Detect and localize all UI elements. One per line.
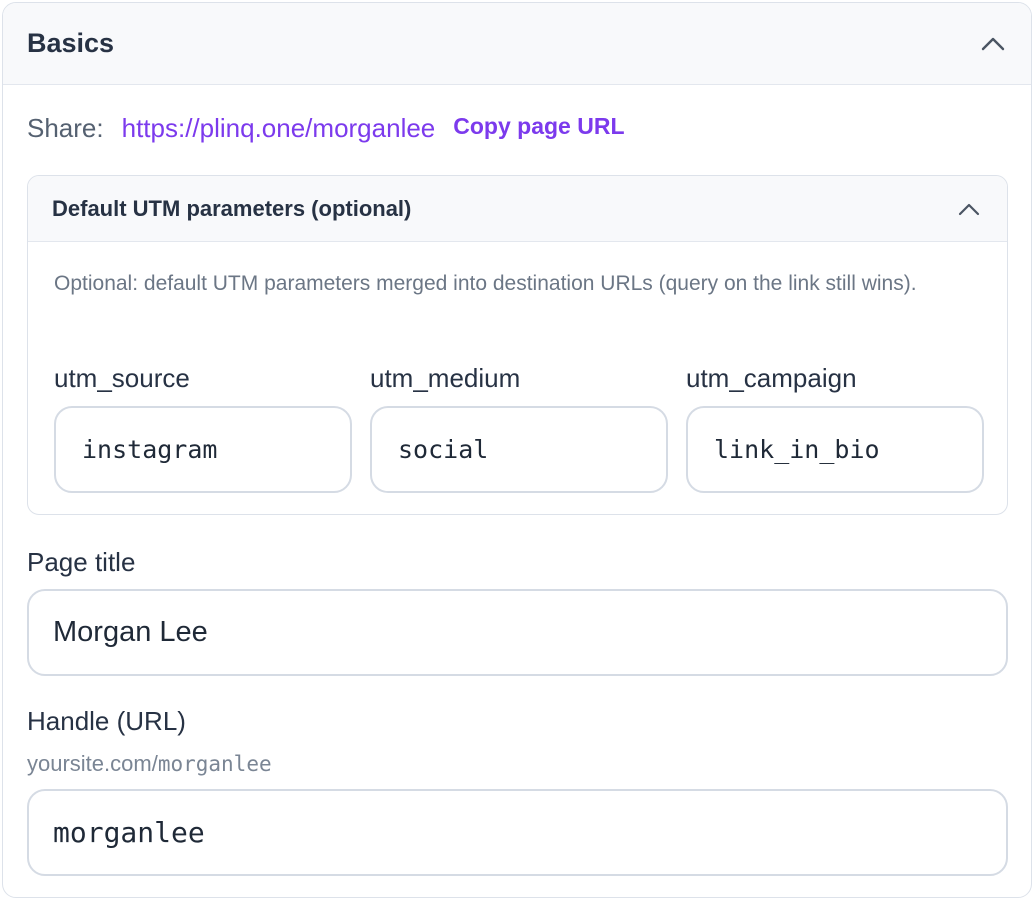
handle-url-hint: yoursite.com/morganlee (27, 751, 272, 777)
copy-page-url-button[interactable]: Copy page URL (453, 113, 624, 140)
utm-source-input[interactable]: instagram (54, 406, 352, 493)
handle-hint-domain: yoursite.com/ (27, 751, 158, 776)
utm-medium-label: utm_medium (370, 363, 521, 393)
chevron-up-icon[interactable] (955, 195, 983, 223)
share-row: Share: https://plinq.one/morganlee Copy … (27, 113, 625, 144)
utm-source-label: utm_source (54, 363, 190, 393)
handle-hint-name: morganlee (157, 752, 272, 776)
basics-card: Basics Share: https://plinq.one/morganle… (2, 2, 1032, 898)
utm-panel-header[interactable]: Default UTM parameters (optional) (28, 176, 1007, 242)
utm-campaign-field: utm_campaign link_in_bio (686, 362, 984, 493)
share-url-link[interactable]: https://plinq.one/morganlee (122, 113, 436, 144)
section-title: Basics (27, 28, 115, 58)
utm-source-field: utm_source instagram (54, 362, 352, 493)
page-title-label: Page title (27, 547, 136, 577)
chevron-up-icon[interactable] (979, 30, 1007, 58)
share-label: Share: (27, 113, 104, 143)
utm-campaign-label: utm_campaign (686, 363, 857, 393)
utm-panel-title: Default UTM parameters (optional) (52, 195, 412, 221)
handle-input[interactable]: morganlee (27, 789, 1008, 876)
utm-medium-field: utm_medium social (370, 362, 668, 493)
handle-label: Handle (URL) (27, 706, 186, 736)
page-title-input[interactable]: Morgan Lee (27, 589, 1008, 676)
basics-header[interactable]: Basics (3, 3, 1031, 85)
utm-campaign-input[interactable]: link_in_bio (686, 406, 984, 493)
utm-panel: Default UTM parameters (optional) Option… (27, 175, 1008, 515)
utm-description: Optional: default UTM parameters merged … (54, 272, 917, 295)
utm-medium-input[interactable]: social (370, 406, 668, 493)
